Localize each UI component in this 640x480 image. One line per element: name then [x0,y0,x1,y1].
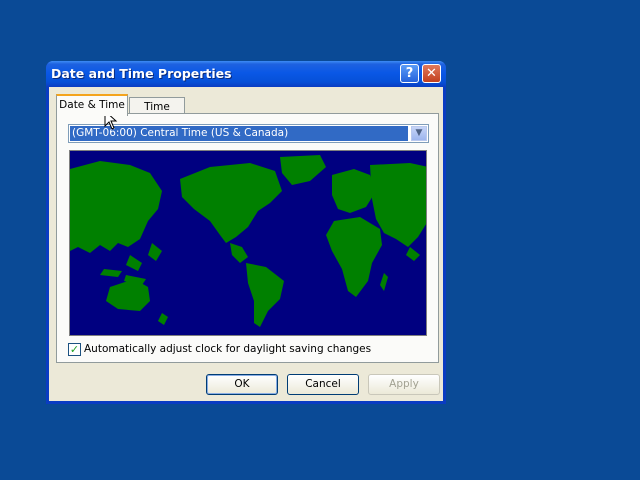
chevron-down-icon[interactable]: ▼ [411,126,427,141]
window-title: Date and Time Properties [51,66,232,81]
world-map-image [70,155,426,327]
cancel-button[interactable]: Cancel [287,374,359,395]
timezone-select[interactable]: (GMT-06:00) Central Time (US & Canada) ▼ [68,124,429,143]
apply-button[interactable]: Apply [368,374,440,395]
date-time-properties-window: Date and Time Properties ? ✕ Date & Time… [46,61,446,404]
ok-button[interactable]: OK [206,374,278,395]
timezone-selected-value: (GMT-06:00) Central Time (US & Canada) [70,126,408,141]
close-button[interactable]: ✕ [422,64,441,83]
title-bar[interactable]: Date and Time Properties ? ✕ [46,61,446,87]
dst-checkbox-label[interactable]: Automatically adjust clock for daylight … [84,343,371,356]
tab-date-and-time[interactable]: Date & Time [56,94,128,116]
help-button[interactable]: ? [400,64,419,83]
dst-checkbox[interactable]: ✓ [68,343,81,356]
world-map [69,150,427,336]
